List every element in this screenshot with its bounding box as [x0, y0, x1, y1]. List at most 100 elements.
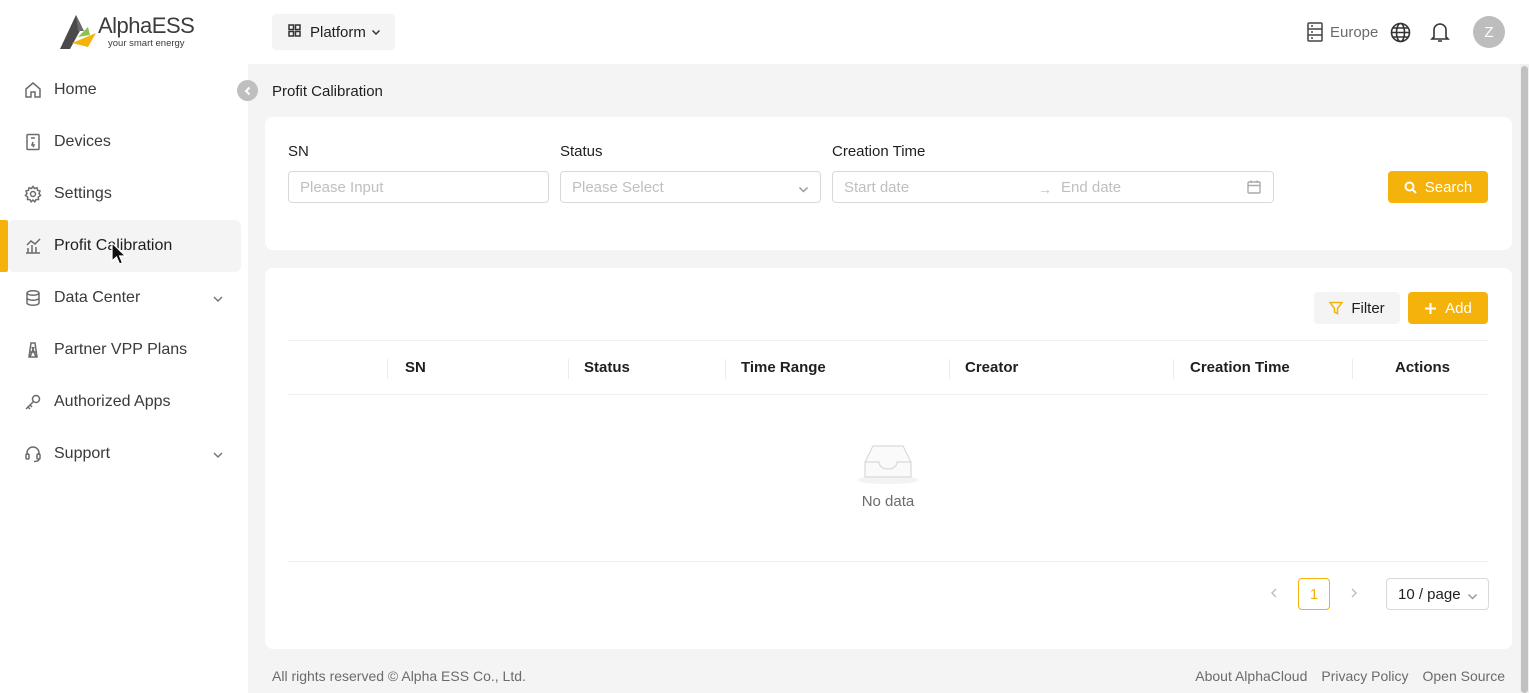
chevron-down-icon — [212, 292, 224, 304]
creation-time-label: Creation Time — [832, 143, 926, 160]
user-avatar[interactable]: Z — [1473, 16, 1505, 48]
chevron-down-icon — [798, 182, 809, 199]
platform-label: Platform — [310, 23, 366, 41]
add-button[interactable]: Add — [1408, 292, 1488, 324]
column-header-sn[interactable]: SN — [405, 359, 426, 376]
column-header-actions: Actions — [1395, 359, 1451, 376]
chevron-right-icon — [1351, 588, 1358, 598]
language-button[interactable] — [1390, 22, 1411, 48]
footer-copyright: All rights reserved © Alpha ESS Co., Ltd… — [272, 668, 526, 684]
sidebar-item-partner-vpp-plans[interactable]: Partner VPP Plans — [0, 324, 248, 376]
gear-icon — [24, 185, 42, 203]
search-button[interactable]: Search — [1388, 171, 1488, 203]
device-icon — [24, 133, 42, 151]
page-scrollbar[interactable] — [1520, 64, 1529, 693]
sidebar-item-label: Authorized Apps — [54, 393, 171, 410]
scrollbar-thumb[interactable] — [1521, 66, 1528, 693]
sidebar-item-support[interactable]: Support — [0, 428, 248, 480]
brand-tagline: your smart energy — [108, 38, 185, 50]
footer-link-privacy[interactable]: Privacy Policy — [1321, 668, 1408, 684]
database-icon — [24, 289, 42, 307]
empty-state-text: No data — [861, 493, 915, 510]
notifications-button[interactable] — [1430, 21, 1450, 48]
sn-input[interactable]: Please Input — [288, 171, 549, 203]
column-header-status[interactable]: Status — [584, 359, 630, 376]
sidebar-item-home[interactable]: Home — [0, 64, 248, 116]
globe-icon — [1390, 22, 1411, 43]
footer-link-open-source[interactable]: Open Source — [1423, 668, 1506, 684]
calendar-icon — [1247, 180, 1261, 198]
status-select[interactable]: Please Select — [560, 171, 821, 203]
creation-time-range-picker[interactable]: Start date → End date — [832, 171, 1274, 203]
next-page-button[interactable] — [1348, 586, 1362, 600]
empty-inbox-icon — [857, 445, 919, 484]
sidebar-item-label: Support — [54, 445, 111, 462]
sidebar-item-settings[interactable]: Settings — [0, 168, 248, 220]
column-header-time-range[interactable]: Time Range — [741, 359, 826, 376]
filter-button-label: Filter — [1351, 299, 1385, 317]
sidebar-item-data-center[interactable]: Data Center — [0, 272, 248, 324]
sidebar-item-devices[interactable]: Devices — [0, 116, 248, 168]
column-divider — [568, 359, 569, 379]
footer-link-about[interactable]: About AlphaCloud — [1195, 668, 1307, 684]
server-icon — [1307, 22, 1323, 42]
logo[interactable]: AlphaESS your smart energy — [58, 12, 198, 52]
home-icon — [24, 81, 42, 99]
column-divider — [725, 359, 726, 379]
previous-page-button[interactable] — [1268, 586, 1282, 600]
results-panel: Filter Add SN Status Time Range Creator … — [265, 268, 1512, 649]
page-number-button[interactable]: 1 — [1298, 578, 1330, 610]
brand-name: AlphaESS — [98, 13, 195, 39]
chevron-down-icon — [1467, 589, 1478, 606]
sidebar-nav: Home Devices Settings Profit Calibration — [0, 64, 248, 480]
column-divider — [949, 359, 950, 379]
region-label: Europe — [1330, 23, 1379, 41]
sidebar-item-label: Settings — [54, 185, 112, 202]
top-bar: Platform Europe Z — [248, 0, 1529, 64]
status-label: Status — [560, 143, 603, 160]
add-button-label: Add — [1445, 299, 1472, 317]
status-placeholder: Please Select — [572, 178, 664, 196]
alphaess-logo-icon — [60, 15, 96, 49]
bell-icon — [1430, 23, 1450, 42]
mouse-cursor-icon — [111, 242, 127, 265]
sidebar-item-label: Devices — [54, 133, 111, 150]
column-divider — [1352, 359, 1353, 379]
current-page-number: 1 — [1309, 585, 1319, 603]
column-divider — [387, 359, 388, 379]
column-divider — [1173, 359, 1174, 379]
search-button-label: Search — [1424, 178, 1473, 196]
sidebar-item-label: Home — [54, 81, 97, 98]
key-icon — [24, 393, 42, 411]
footer-links: About AlphaCloud Privacy Policy Open Sou… — [1181, 668, 1505, 684]
sidebar-collapse-button[interactable] — [237, 80, 258, 101]
chevron-down-icon — [212, 448, 224, 460]
search-icon — [1404, 181, 1417, 194]
table-header: SN Status Time Range Creator Creation Ti… — [288, 340, 1488, 395]
page-size-value: 10 / page — [1398, 585, 1461, 603]
empty-state-illustration — [855, 440, 921, 491]
sn-label: SN — [288, 143, 309, 160]
grid-icon — [288, 23, 301, 41]
column-header-creation-time[interactable]: Creation Time — [1190, 359, 1290, 376]
page-size-select[interactable]: 10 / page — [1386, 578, 1489, 610]
column-header-creator[interactable]: Creator — [965, 359, 1018, 376]
chevron-down-icon — [371, 24, 381, 41]
sn-placeholder: Please Input — [300, 178, 384, 196]
table-divider — [288, 561, 1488, 562]
filter-panel: SN Please Input Status Please Select Cre… — [265, 117, 1512, 250]
filter-button[interactable]: Filter — [1314, 292, 1400, 324]
end-date-input[interactable]: End date — [1061, 179, 1121, 196]
platform-menu-button[interactable]: Platform — [272, 14, 395, 50]
sidebar: AlphaESS your smart energy Home Devices … — [0, 0, 248, 693]
support-icon — [24, 445, 42, 463]
region-selector[interactable]: Europe — [1306, 22, 1378, 42]
map-icon — [24, 341, 42, 359]
chevron-left-icon — [1270, 588, 1277, 598]
start-date-input[interactable]: Start date — [844, 179, 909, 196]
sidebar-item-label: Data Center — [54, 289, 141, 306]
chevron-left-icon — [244, 86, 250, 95]
sidebar-item-authorized-apps[interactable]: Authorized Apps — [0, 376, 248, 428]
sidebar-item-label: Partner VPP Plans — [54, 341, 188, 358]
avatar-initial: Z — [1484, 23, 1494, 41]
